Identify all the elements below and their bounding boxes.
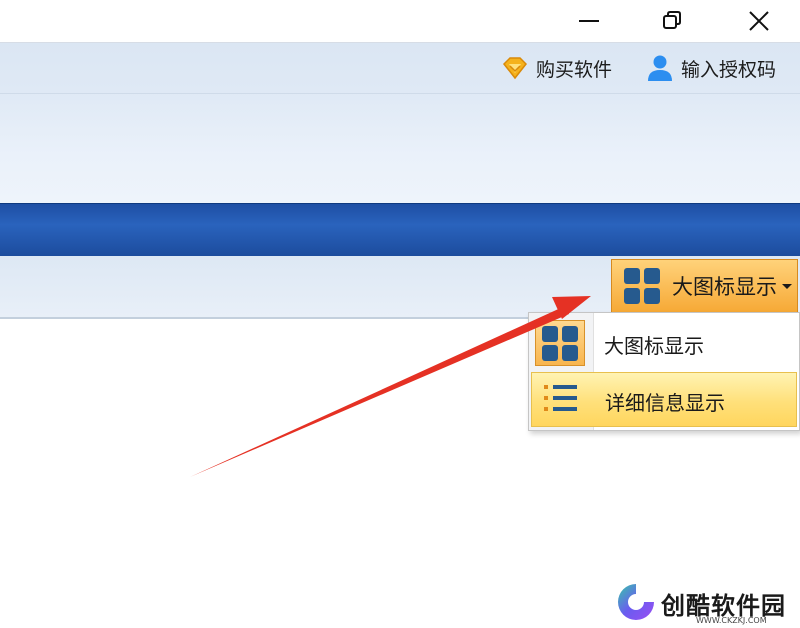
close-button[interactable] xyxy=(744,8,774,34)
close-icon xyxy=(749,11,769,31)
view-mode-menu: 大图标显示 详细信息显示 xyxy=(528,312,800,431)
title-bar xyxy=(0,0,800,43)
view-mode-label: 大图标显示 xyxy=(672,275,777,299)
menu-item-label: 大图标显示 xyxy=(604,334,704,358)
list-icon xyxy=(544,385,577,411)
menu-item-label: 详细信息显示 xyxy=(605,391,725,415)
grid-icon xyxy=(624,268,660,304)
checked-indicator xyxy=(535,320,585,366)
watermark-logo-icon xyxy=(618,584,654,620)
buy-software-button[interactable]: 购买软件 xyxy=(500,53,612,83)
ribbon-area: 购买软件 输入授权码 xyxy=(0,43,800,203)
diamond-icon xyxy=(502,57,528,80)
minimize-button[interactable] xyxy=(574,8,604,34)
arrow-shaft xyxy=(190,306,569,477)
view-mode-dropdown-button[interactable]: 大图标显示 xyxy=(611,259,798,313)
minimize-icon xyxy=(579,20,599,22)
menu-item-details[interactable]: 详细信息显示 xyxy=(531,372,797,427)
enter-license-label: 输入授权码 xyxy=(681,58,777,81)
restore-icon xyxy=(663,11,681,29)
watermark-url: WWW.CKZKJ.COM xyxy=(696,616,767,625)
chevron-down-icon xyxy=(782,283,792,289)
list-icon-box xyxy=(536,377,586,421)
menu-item-large-icons[interactable]: 大图标显示 xyxy=(531,316,797,370)
restore-button[interactable] xyxy=(657,8,687,34)
navigation-band xyxy=(0,203,800,257)
watermark: 创酷软件园 WWW.CKZKJ.COM xyxy=(612,578,800,628)
grid-icon xyxy=(542,326,578,361)
enter-license-button[interactable]: 输入授权码 xyxy=(645,53,776,83)
buy-software-label: 购买软件 xyxy=(536,58,613,81)
ribbon-separator xyxy=(0,93,800,94)
user-icon xyxy=(648,55,672,81)
view-toolbar: 大图标显示 xyxy=(0,256,800,319)
